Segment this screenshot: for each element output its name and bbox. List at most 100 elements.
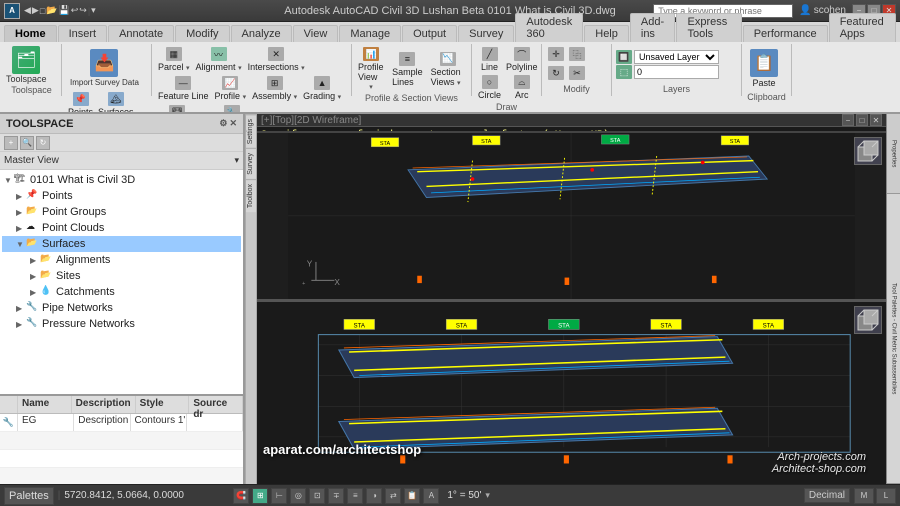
sample-lines-btn[interactable]: ≡ Sample Lines: [390, 51, 425, 88]
lineweight-btn[interactable]: ≡: [347, 488, 363, 504]
master-view-dropdown[interactable]: ▾: [234, 155, 239, 166]
layout-btn[interactable]: L: [876, 488, 896, 504]
move-btn[interactable]: ✛: [546, 46, 566, 64]
qat-more[interactable]: ▾: [91, 5, 96, 16]
ts-refresh-btn[interactable]: ↻: [36, 136, 50, 150]
qat-new[interactable]: □: [40, 6, 45, 16]
polar-btn[interactable]: ◎: [290, 488, 306, 504]
survey-tab[interactable]: Survey: [246, 148, 256, 179]
tab-perf[interactable]: Performance: [743, 25, 828, 42]
toolspace-btn[interactable]: 🗂 Toolspace: [6, 46, 47, 84]
parcel-btn[interactable]: ▦ Parcel ▾: [156, 46, 192, 73]
qprops-btn[interactable]: 📋: [404, 488, 420, 504]
scale-label: 1° = 50': [447, 490, 481, 501]
svg-text:STA: STA: [380, 141, 391, 147]
annovis-btn[interactable]: A: [423, 488, 439, 504]
intersections-btn[interactable]: ✕ Intersections ▾: [246, 46, 307, 73]
tree-item-pressure-networks[interactable]: ▶ 🔧 Pressure Networks: [2, 316, 241, 332]
paste-btn[interactable]: 📋 Paste: [746, 46, 782, 91]
units-select[interactable]: Decimal: [804, 488, 850, 503]
pipe-network-btn[interactable]: 🔧 Pipe Network ▾: [201, 104, 265, 112]
settings-tab[interactable]: Settings: [246, 114, 256, 148]
cmd-close-btn[interactable]: ✕: [870, 114, 882, 126]
rotate-btn[interactable]: ↻: [546, 65, 566, 83]
layer-input[interactable]: [634, 65, 719, 79]
model-btn[interactable]: M: [854, 488, 874, 504]
tree-item-sites[interactable]: ▶ 📂 Sites: [2, 268, 241, 284]
tab-survey[interactable]: Survey: [458, 25, 514, 42]
polyline-btn[interactable]: ⌒Polyline: [504, 46, 540, 73]
properties-tab[interactable]: Properties: [887, 114, 900, 194]
osnap-btn[interactable]: ⊡: [309, 488, 325, 504]
tree-item-point-groups[interactable]: ▶ 📂 Point Groups: [2, 204, 241, 220]
qat-icon-2[interactable]: ▶: [32, 5, 39, 16]
view-cube-top[interactable]: [854, 137, 882, 165]
cmd-restore-btn[interactable]: −: [842, 114, 854, 126]
surfaces-btn[interactable]: 🏔 Surfaces: [96, 91, 136, 112]
tab-featured[interactable]: Featured Apps: [829, 13, 896, 42]
alignment-btn[interactable]: 〰 Alignment ▾: [194, 46, 244, 73]
toolbox-tab[interactable]: Toolbox: [246, 179, 256, 212]
points-btn[interactable]: 📌 Points: [66, 91, 95, 112]
tab-analyze[interactable]: Analyze: [231, 25, 292, 42]
tool-palettes-tab[interactable]: Tool Palettes - Civil Metric Subassembli…: [887, 194, 900, 484]
qat-open[interactable]: 📂: [46, 5, 57, 16]
table-row[interactable]: 🔧 EG Description Contours 1': [0, 414, 243, 432]
grid-btn[interactable]: ⊞: [252, 488, 268, 504]
tab-a360[interactable]: Autodesk 360: [515, 13, 583, 42]
palettes-button[interactable]: Palettes: [4, 487, 54, 505]
circle-btn[interactable]: ○Circle: [476, 74, 503, 101]
copy-btn[interactable]: ⿻: [567, 46, 587, 64]
scale-dropdown[interactable]: ▾: [485, 490, 490, 501]
ortho-btn[interactable]: ⊢: [271, 488, 287, 504]
tab-annotate[interactable]: Annotate: [108, 25, 174, 42]
tree-item-catchments[interactable]: ▶ 💧 Catchments: [2, 284, 241, 300]
tree-item-point-clouds[interactable]: ▶ ☁ Point Clouds: [2, 220, 241, 236]
feature-line-btn[interactable]: — Feature Line: [156, 75, 211, 102]
dynin-btn[interactable]: ⇄: [385, 488, 401, 504]
layer-state-select[interactable]: Unsaved Layer State: [634, 50, 719, 64]
tab-express[interactable]: Express Tools: [676, 13, 741, 42]
line-btn[interactable]: ╱Line: [476, 46, 503, 73]
tab-insert[interactable]: Insert: [58, 25, 108, 42]
qat-icon-1[interactable]: ◀: [24, 5, 31, 16]
tree-item-alignments[interactable]: ▶ 📂 Alignments: [2, 252, 241, 268]
tree-item-surfaces[interactable]: ▼ 📂 Surfaces: [2, 236, 241, 252]
tree-item-points[interactable]: ▶ 📌 Points: [2, 188, 241, 204]
qat-redo[interactable]: ↪: [79, 5, 87, 16]
ribbon-design-row: ▦ Parcel ▾ 〰 Alignment ▾ ✕ Intersections…: [156, 46, 347, 112]
ts-new-btn[interactable]: +: [4, 136, 18, 150]
tab-home[interactable]: Home: [4, 25, 57, 42]
qat-undo[interactable]: ↩: [71, 5, 79, 16]
toolspace-close-icon[interactable]: ✕: [229, 118, 237, 129]
tab-help[interactable]: Help: [584, 25, 629, 42]
otrack-btn[interactable]: ∓: [328, 488, 344, 504]
grading-btn[interactable]: ▲ Grading ▾: [301, 75, 343, 102]
arc-btn[interactable]: ⌓Arc: [504, 74, 540, 101]
toolspace-header: TOOLSPACE ⚙ ✕: [0, 114, 243, 134]
tab-modify[interactable]: Modify: [175, 25, 229, 42]
transparency-btn[interactable]: ◑: [366, 488, 382, 504]
corridor-btn[interactable]: 🛣 Corridor ▾: [156, 104, 199, 112]
viewport-top[interactable]: STA STA STA STA Y X: [257, 133, 886, 302]
tab-addins[interactable]: Add-ins: [630, 13, 676, 42]
tab-output[interactable]: Output: [402, 25, 457, 42]
tree-item-civil3d[interactable]: ▼ 🏗 0101 What is Civil 3D: [2, 172, 241, 188]
section-views-btn[interactable]: 📉 Section Views ▾: [429, 51, 467, 88]
toolspace-settings-icon[interactable]: ⚙: [219, 118, 227, 129]
cell-style: Contours 1': [131, 414, 187, 431]
tree-arrow-civil3d: ▼: [4, 176, 14, 185]
assembly-btn[interactable]: ⊞ Assembly ▾: [250, 75, 299, 102]
cmd-max-btn[interactable]: □: [856, 114, 868, 126]
import-survey-btn[interactable]: 📥 Import Survey Data: [66, 46, 143, 90]
view-cube-bottom[interactable]: [854, 306, 882, 334]
profile-btn[interactable]: 📈 Profile ▾: [213, 75, 249, 102]
ts-filter-btn[interactable]: 🔍: [20, 136, 34, 150]
tab-view[interactable]: View: [293, 25, 339, 42]
qat-save[interactable]: 💾: [59, 5, 70, 16]
tree-item-pipe-networks[interactable]: ▶ 🔧 Pipe Networks: [2, 300, 241, 316]
snap-btn[interactable]: 🧲: [233, 488, 249, 504]
tab-manage[interactable]: Manage: [339, 25, 401, 42]
profile-view-btn[interactable]: 📊 Profile View ▾: [356, 46, 386, 92]
trim-btn[interactable]: ✂: [567, 65, 587, 83]
